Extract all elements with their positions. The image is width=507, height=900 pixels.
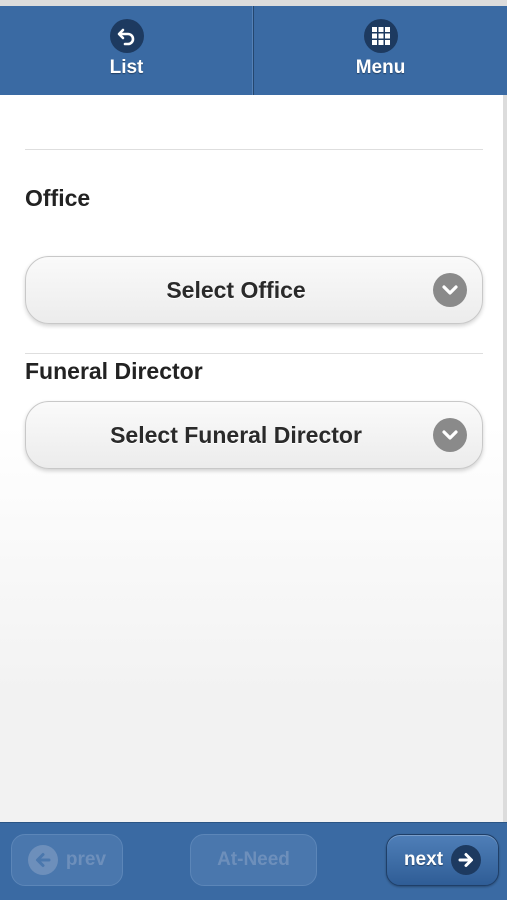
- at-need-button[interactable]: At-Need: [190, 834, 317, 886]
- back-arrow-icon: [109, 18, 144, 53]
- chevron-down-icon: [433, 273, 467, 307]
- grid-icon: [363, 18, 398, 53]
- prev-button[interactable]: prev: [11, 834, 123, 886]
- list-button[interactable]: List: [0, 6, 254, 95]
- director-label: Funeral Director: [25, 358, 203, 384]
- office-select[interactable]: Select Office: [25, 256, 483, 324]
- arrow-left-icon: [27, 845, 58, 875]
- menu-button[interactable]: Menu: [254, 6, 507, 95]
- header-bar: List Menu: [0, 0, 507, 95]
- at-need-label: At-Need: [217, 849, 290, 870]
- prev-label: prev: [65, 849, 107, 870]
- divider: [25, 149, 483, 150]
- arrow-right-icon: [451, 845, 482, 875]
- office-select-value: Select Office: [166, 276, 306, 303]
- next-button[interactable]: next: [386, 834, 499, 886]
- director-select[interactable]: Select Funeral Director: [25, 401, 483, 469]
- divider: [25, 353, 483, 354]
- list-label: List: [109, 56, 144, 78]
- office-label: Office: [25, 185, 91, 211]
- form-content: Office Select Office Funeral Director Se…: [0, 95, 507, 822]
- footer-bar: prev At-Need next: [0, 822, 507, 900]
- chevron-down-icon: [433, 418, 467, 452]
- menu-label: Menu: [355, 56, 406, 78]
- next-label: next: [403, 849, 444, 870]
- director-select-value: Select Funeral Director: [110, 421, 362, 448]
